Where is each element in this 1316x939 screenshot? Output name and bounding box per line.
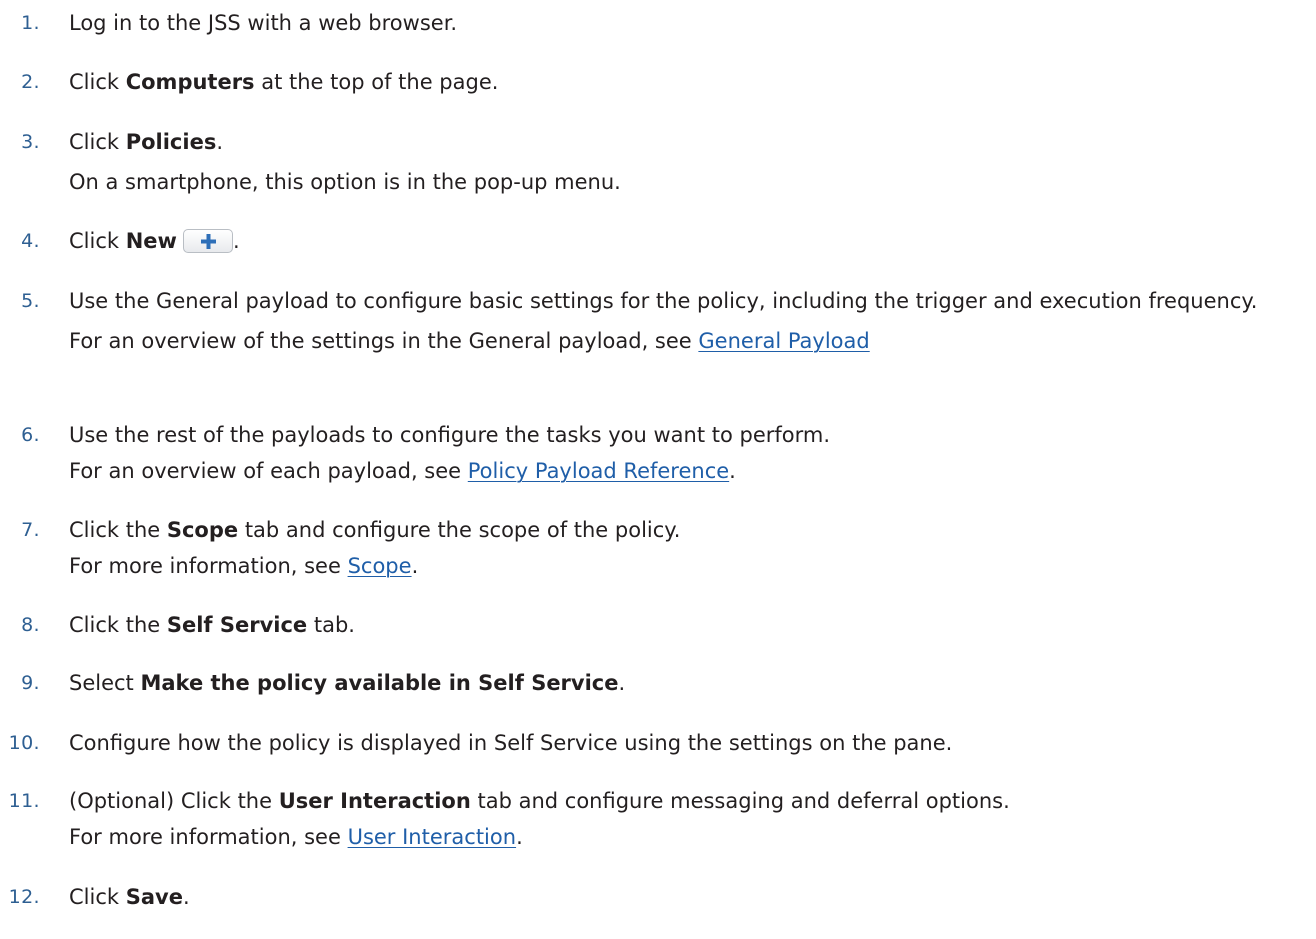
note-text-post: . <box>411 554 419 578</box>
step-text-post: at the top of the page. <box>254 70 499 94</box>
step-text-post: . <box>216 130 224 154</box>
step-note: For an overview of the settings in the G… <box>69 326 1313 356</box>
step-text-pre: Click <box>69 70 126 94</box>
step-number: 7. <box>21 519 40 541</box>
step-text-pre: Click <box>69 229 126 253</box>
note-text-post: . <box>729 459 736 483</box>
ui-term: Save <box>125 885 183 909</box>
note-text: For more information, see <box>69 554 348 578</box>
ui-term: Self Service <box>166 613 308 637</box>
step-text-post: . <box>618 671 626 695</box>
step-number: 11. <box>8 790 40 812</box>
ui-term: Computers <box>125 70 255 94</box>
step-text: Use the rest of the payloads to configur… <box>69 423 831 447</box>
step-text-post: . <box>232 229 240 253</box>
step-number: 10. <box>8 732 40 754</box>
ui-term: New <box>125 229 177 253</box>
step-note: For more information, see Scope. <box>69 551 1313 581</box>
step-number: 5. <box>21 290 40 312</box>
ui-term: Policies <box>125 130 217 154</box>
step-number: 9. <box>21 672 40 694</box>
plus-icon <box>200 234 216 249</box>
step-text-post: tab and configure the scope of the polic… <box>238 518 681 542</box>
step-number: 6. <box>21 424 40 446</box>
step-text: Select Make the policy available in Self… <box>69 668 1313 698</box>
ui-term: User Interaction <box>278 789 471 813</box>
step-number: 1. <box>21 12 40 34</box>
new-button-image <box>182 229 233 253</box>
step-text-pre: Click the <box>69 518 167 542</box>
step-text-pre: Click the <box>69 613 167 637</box>
step-text-pre: Click <box>69 885 126 909</box>
step-text: Click the Self Service tab. <box>69 610 1313 640</box>
step-note: For more information, see User Interacti… <box>69 822 1313 852</box>
step-text: Click the Scope tab and configure the sc… <box>69 515 1313 545</box>
step-number: 4. <box>21 230 40 252</box>
note-text: For an overview of each payload, see <box>69 459 468 483</box>
step-text-pre: (Optional) Click the <box>69 789 279 813</box>
step-text: Configure how the policy is displayed in… <box>69 731 953 755</box>
step-number: 8. <box>21 614 40 636</box>
ui-term: Make the policy available in Self Servic… <box>140 671 619 695</box>
step-text: Click Policies. <box>69 127 1313 157</box>
step-text-pre: Click <box>69 130 126 154</box>
step-text-post: . <box>182 885 190 909</box>
policy-payload-reference-link[interactable]: Policy Payload Reference <box>468 459 729 483</box>
step-number: 2. <box>21 71 40 93</box>
note-text-post: . <box>516 825 523 849</box>
scope-link[interactable]: Scope <box>348 554 412 578</box>
step-text-post: tab. <box>307 613 355 637</box>
step-text: (Optional) Click the User Interaction ta… <box>69 786 1313 816</box>
note-text: For an overview of the settings in the G… <box>69 329 699 353</box>
step-text-pre: Select <box>69 671 141 695</box>
step-text-post: tab and configure messaging and deferral… <box>470 789 1010 813</box>
step-number: 3. <box>21 131 40 153</box>
procedure-steps: 1. Log in to the JSS with a web browser.… <box>0 0 1316 939</box>
step-number: 12. <box>8 886 40 908</box>
note-text: For more information, see <box>69 825 348 849</box>
user-interaction-link[interactable]: User Interaction <box>348 825 516 849</box>
step-text: Click New. <box>69 226 1313 256</box>
step-text: Log in to the JSS with a web browser. <box>69 11 458 35</box>
ui-term: Scope <box>166 518 239 542</box>
general-payload-link[interactable]: General Payload <box>698 329 869 353</box>
step-text: Click Computers at the top of the page. <box>69 67 1313 97</box>
step-text: Use the General payload to configure bas… <box>69 289 1258 313</box>
step-text: Click Save. <box>69 882 1313 912</box>
step-note: On a smartphone, this option is in the p… <box>69 170 621 194</box>
step-note: For an overview of each payload, see Pol… <box>69 456 1313 486</box>
